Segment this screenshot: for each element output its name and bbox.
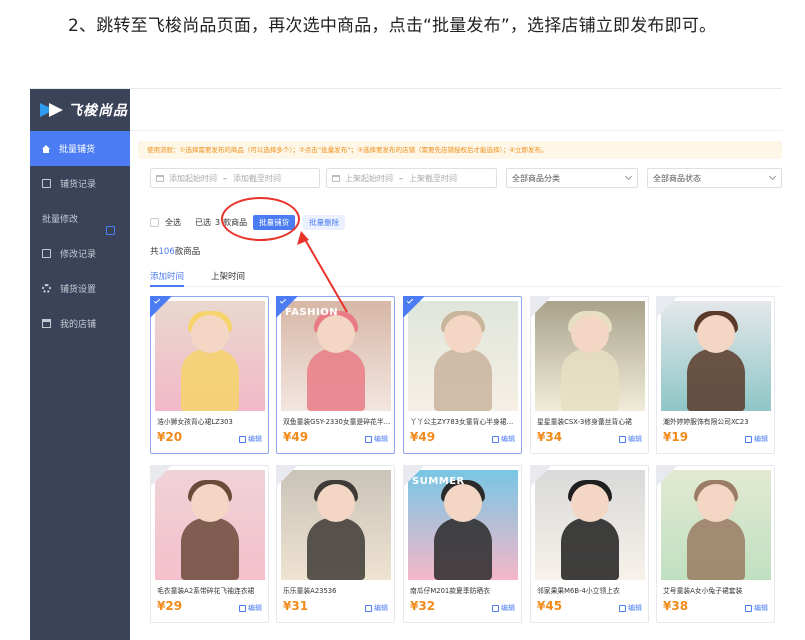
product-checkbox[interactable]	[150, 465, 172, 487]
product-checkbox[interactable]	[403, 465, 425, 487]
product-checkbox[interactable]	[276, 465, 298, 487]
product-checkbox[interactable]	[656, 465, 678, 487]
product-checkbox[interactable]	[150, 296, 172, 318]
product-checkbox[interactable]	[656, 296, 678, 318]
product-checkbox[interactable]	[530, 296, 552, 318]
product-checkbox[interactable]	[403, 296, 425, 318]
product-checkbox[interactable]	[530, 465, 552, 487]
product-checkbox[interactable]	[276, 296, 298, 318]
annotation-arrow	[297, 231, 348, 313]
